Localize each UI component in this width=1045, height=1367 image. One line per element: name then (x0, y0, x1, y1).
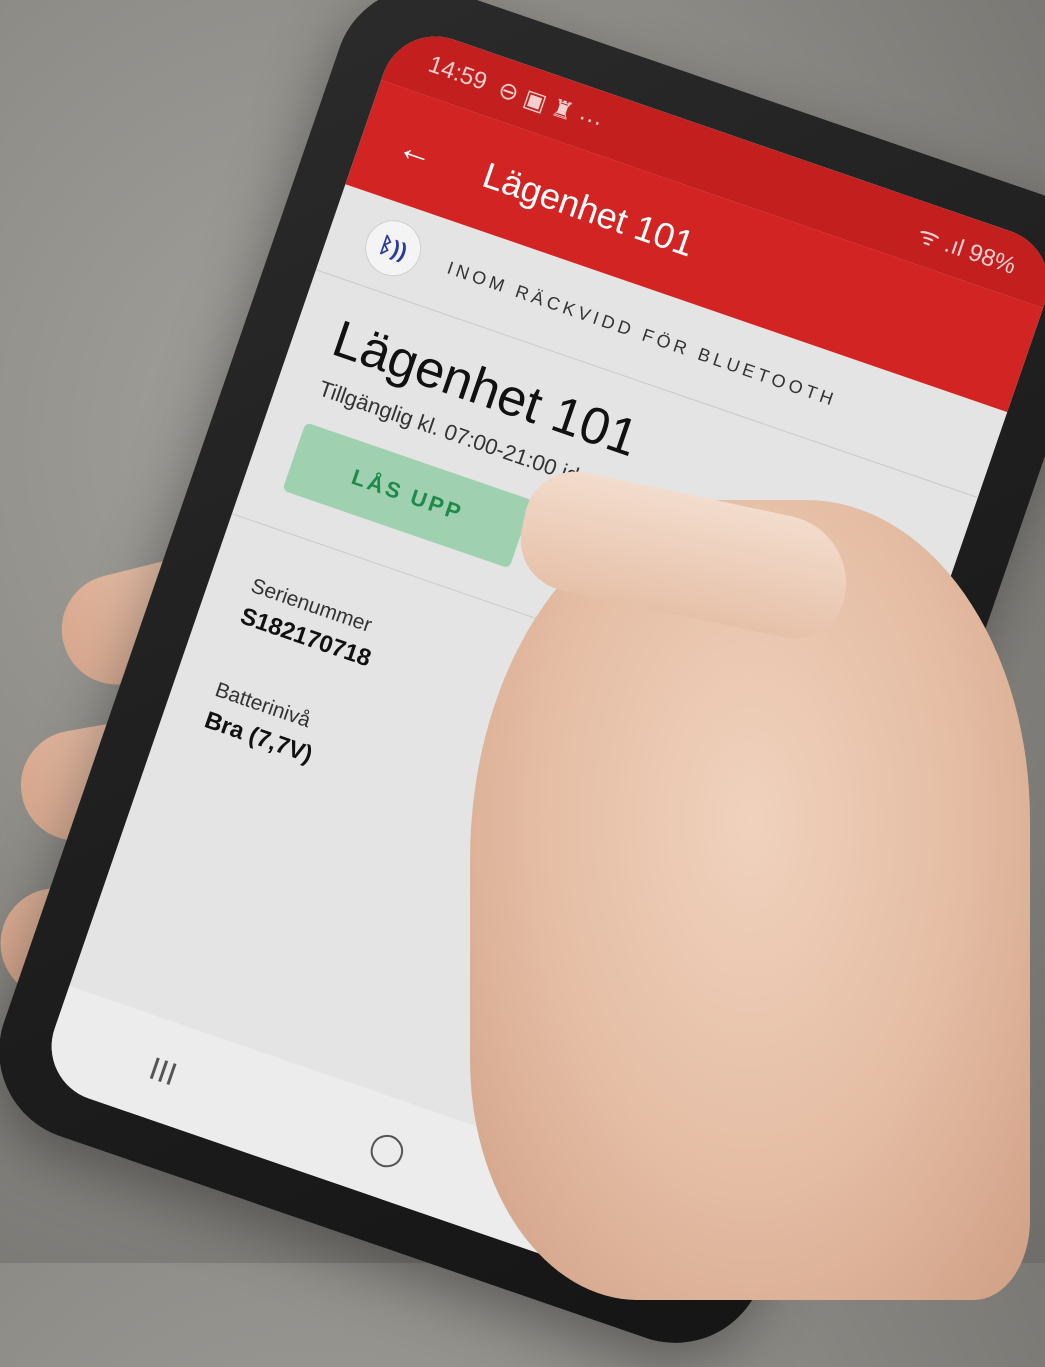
status-time: 14:59 (424, 50, 491, 96)
home-button[interactable]: ◯ (365, 1125, 411, 1173)
bluetooth-icon: ᛒ)) (357, 212, 429, 284)
recents-button[interactable]: III (145, 1049, 182, 1093)
arrow-left-icon[interactable]: ← (392, 125, 462, 184)
photo-scene: 14:59 ⊖ ▣ ♜ ··· ᯤ .ıl 98% ← Lägenhet 101… (0, 0, 1045, 1367)
